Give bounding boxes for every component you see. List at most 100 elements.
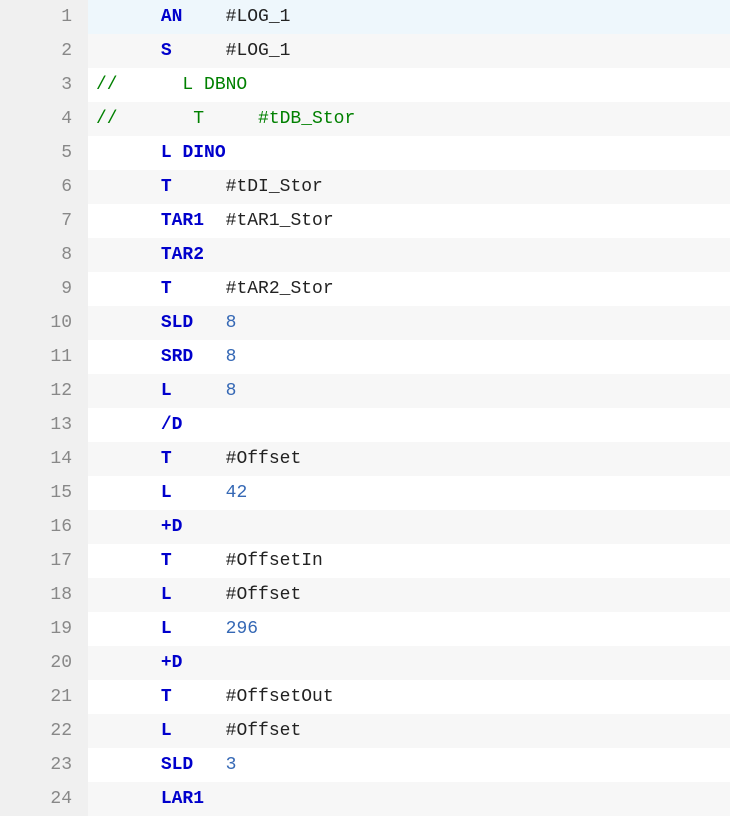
token-plain xyxy=(96,415,161,435)
token-plain xyxy=(182,7,225,27)
line-number: 2 xyxy=(0,34,88,68)
token-keyword: LAR1 xyxy=(161,789,204,809)
code-line[interactable]: 18 L #Offset xyxy=(0,578,730,612)
token-identifier: #Offset xyxy=(226,449,302,469)
code-content[interactable]: // T #tDB_Stor xyxy=(88,109,730,129)
code-content[interactable]: +D xyxy=(88,517,730,537)
token-keyword: +D xyxy=(161,517,183,537)
code-line[interactable]: 21 T #OffsetOut xyxy=(0,680,730,714)
token-plain xyxy=(96,551,161,571)
code-line[interactable]: 1 AN #LOG_1 xyxy=(0,0,730,34)
code-line[interactable]: 6 T #tDI_Stor xyxy=(0,170,730,204)
token-plain xyxy=(172,551,226,571)
code-line[interactable]: 9 T #tAR2_Stor xyxy=(0,272,730,306)
code-content[interactable]: T #tDI_Stor xyxy=(88,177,730,197)
token-plain xyxy=(172,483,226,503)
code-content[interactable]: L DINO xyxy=(88,143,730,163)
code-line[interactable]: 4// T #tDB_Stor xyxy=(0,102,730,136)
line-number: 6 xyxy=(0,170,88,204)
code-line[interactable]: 14 T #Offset xyxy=(0,442,730,476)
token-plain xyxy=(96,721,161,741)
code-content[interactable]: L #Offset xyxy=(88,721,730,741)
code-content[interactable]: SLD 8 xyxy=(88,313,730,333)
code-content[interactable]: T #tAR2_Stor xyxy=(88,279,730,299)
token-keyword: T xyxy=(161,279,172,299)
line-number: 3 xyxy=(0,68,88,102)
token-plain xyxy=(96,41,161,61)
code-content[interactable]: L #Offset xyxy=(88,585,730,605)
token-identifier: #Offset xyxy=(226,721,302,741)
line-number: 13 xyxy=(0,408,88,442)
line-number: 12 xyxy=(0,374,88,408)
token-identifier: #tAR1_Stor xyxy=(226,211,334,231)
code-line[interactable]: 16 +D xyxy=(0,510,730,544)
line-number: 9 xyxy=(0,272,88,306)
token-identifier: #OffsetOut xyxy=(226,687,334,707)
code-line[interactable]: 10 SLD 8 xyxy=(0,306,730,340)
code-line[interactable]: 7 TAR1 #tAR1_Stor xyxy=(0,204,730,238)
line-number: 23 xyxy=(0,748,88,782)
code-content[interactable]: T #OffsetIn xyxy=(88,551,730,571)
token-plain xyxy=(96,755,161,775)
token-keyword: SLD xyxy=(161,755,193,775)
code-content[interactable]: L 296 xyxy=(88,619,730,639)
code-content[interactable]: SLD 3 xyxy=(88,755,730,775)
code-line[interactable]: 23 SLD 3 xyxy=(0,748,730,782)
line-number: 20 xyxy=(0,646,88,680)
token-comment: // L DBNO xyxy=(96,75,247,95)
token-identifier: #LOG_1 xyxy=(226,41,291,61)
code-content[interactable]: S #LOG_1 xyxy=(88,41,730,61)
code-content[interactable]: /D xyxy=(88,415,730,435)
token-keyword: SRD xyxy=(161,347,193,367)
token-keyword: T xyxy=(161,551,172,571)
token-plain xyxy=(172,449,226,469)
code-content[interactable]: LAR1 xyxy=(88,789,730,809)
code-line[interactable]: 2 S #LOG_1 xyxy=(0,34,730,68)
token-plain xyxy=(172,41,226,61)
line-number: 7 xyxy=(0,204,88,238)
code-content[interactable]: TAR1 #tAR1_Stor xyxy=(88,211,730,231)
code-content[interactable]: TAR2 xyxy=(88,245,730,265)
code-line[interactable]: 11 SRD 8 xyxy=(0,340,730,374)
code-content[interactable]: // L DBNO xyxy=(88,75,730,95)
token-plain xyxy=(96,177,161,197)
token-plain xyxy=(96,619,161,639)
code-content[interactable]: AN #LOG_1 xyxy=(88,7,730,27)
token-identifier: #tAR2_Stor xyxy=(226,279,334,299)
line-number: 18 xyxy=(0,578,88,612)
code-line[interactable]: 13 /D xyxy=(0,408,730,442)
code-line[interactable]: 15 L 42 xyxy=(0,476,730,510)
code-line[interactable]: 12 L 8 xyxy=(0,374,730,408)
token-plain xyxy=(96,347,161,367)
line-number: 14 xyxy=(0,442,88,476)
line-number: 8 xyxy=(0,238,88,272)
token-plain xyxy=(172,721,226,741)
token-plain xyxy=(172,143,183,163)
token-plain xyxy=(96,653,161,673)
code-line[interactable]: 8 TAR2 xyxy=(0,238,730,272)
token-plain xyxy=(96,211,161,231)
token-plain xyxy=(204,211,226,231)
code-line[interactable]: 17 T #OffsetIn xyxy=(0,544,730,578)
code-content[interactable]: T #Offset xyxy=(88,449,730,469)
code-editor[interactable]: 1 AN #LOG_12 S #LOG_13 // L DBNO 4// T #tD… xyxy=(0,0,730,816)
code-content[interactable]: T #OffsetOut xyxy=(88,687,730,707)
code-line[interactable]: 19 L 296 xyxy=(0,612,730,646)
code-line[interactable]: 20 +D xyxy=(0,646,730,680)
token-plain xyxy=(193,755,225,775)
token-keyword: L xyxy=(161,381,172,401)
token-number: 8 xyxy=(226,347,237,367)
code-content[interactable]: L 8 xyxy=(88,381,730,401)
token-number: 296 xyxy=(226,619,258,639)
code-content[interactable]: L 42 xyxy=(88,483,730,503)
line-number: 22 xyxy=(0,714,88,748)
line-number: 11 xyxy=(0,340,88,374)
code-line[interactable]: 24 LAR1 xyxy=(0,782,730,816)
line-number: 10 xyxy=(0,306,88,340)
code-line[interactable]: 5 L DINO xyxy=(0,136,730,170)
code-content[interactable]: +D xyxy=(88,653,730,673)
code-content[interactable]: SRD 8 xyxy=(88,347,730,367)
code-line[interactable]: 3 // L DBNO xyxy=(0,68,730,102)
token-plain xyxy=(172,619,226,639)
code-line[interactable]: 22 L #Offset xyxy=(0,714,730,748)
